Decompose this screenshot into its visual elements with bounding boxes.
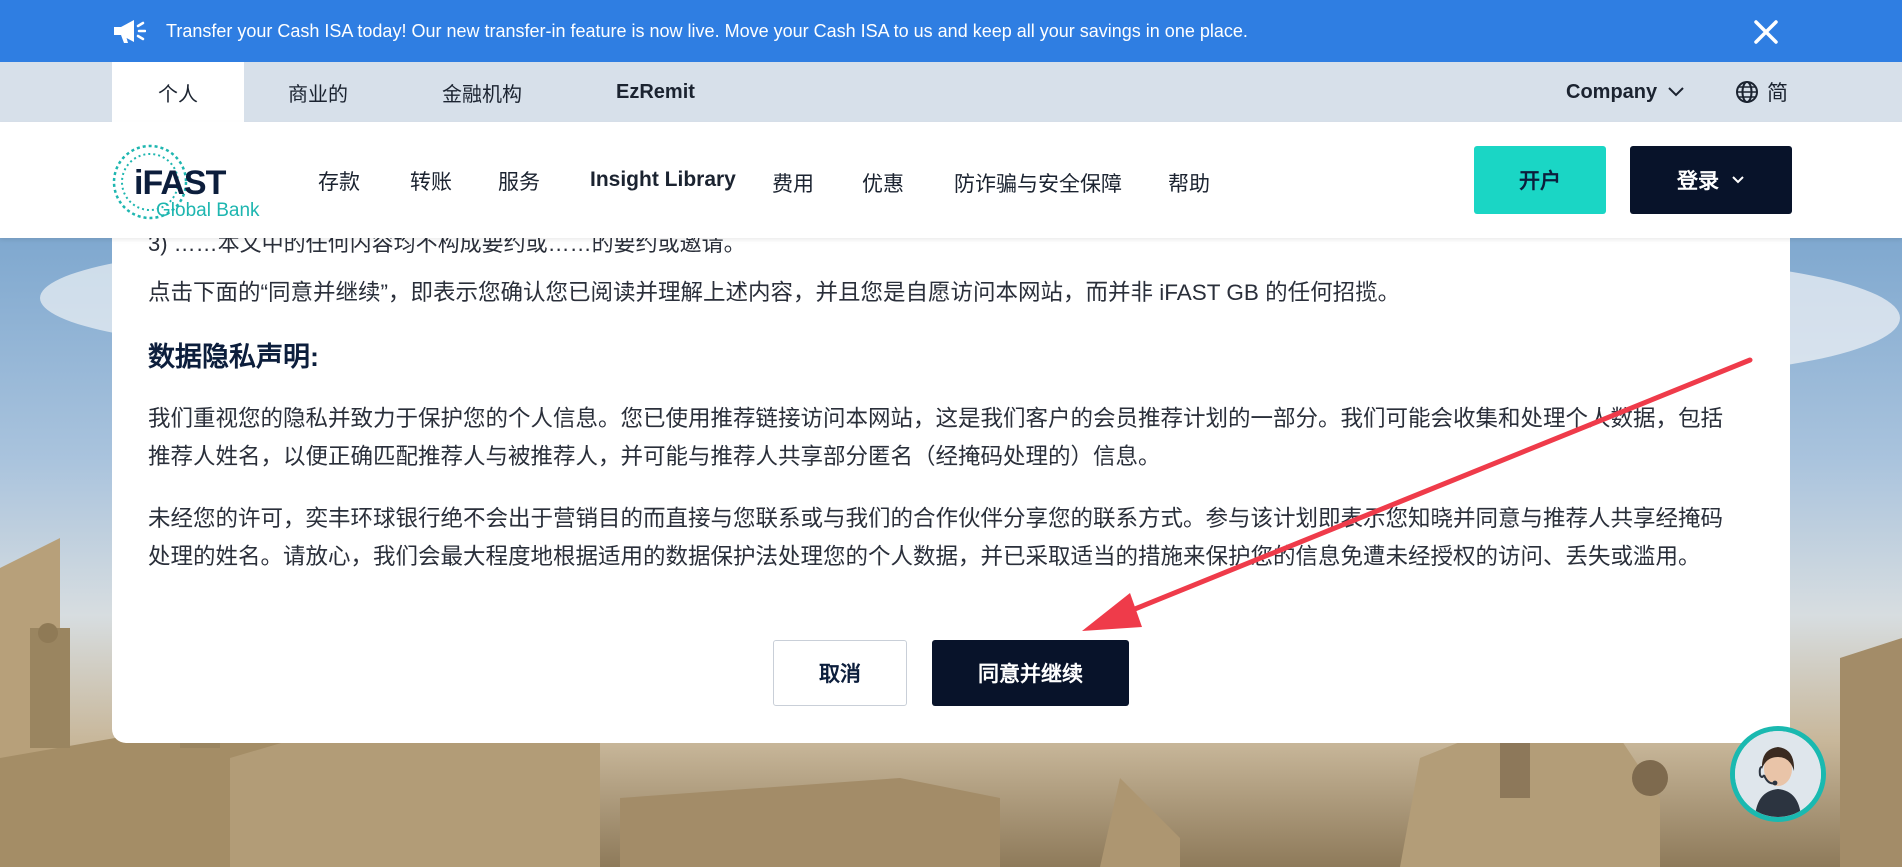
language-label: 简 [1767,82,1788,105]
company-label: Company [1566,80,1658,103]
chevron-down-icon [1668,87,1684,97]
chevron-down-icon [1732,176,1744,184]
segment-nav: 个人 商业的 金融机构 EzRemit Company 简 [0,62,1902,122]
logo-subtitle: Global Bank [156,200,260,221]
ifast-logo[interactable]: iFAST Global Bank [110,140,290,226]
main-header: iFAST Global Bank 存款 转账 服务 Insight Libra… [0,122,1902,238]
privacy-paragraph-2: 未经您的许可，奕丰环球银行绝不会出于营销目的而直接与您联系或与我们的合作伙伴分享… [148,506,1724,569]
tab-label: EzRemit [616,80,695,103]
company-dropdown[interactable]: Company [1566,62,1685,122]
agree-continue-button[interactable]: 同意并继续 [932,640,1129,706]
open-account-button[interactable]: 开户 [1474,146,1606,214]
tab-label: 个人 [158,83,198,106]
chat-support-avatar[interactable] [1730,726,1826,822]
confirm-text: 点击下面的“同意并继续”，即表示您确认您已阅读并理解上述内容，并且您是自愿访问本… [148,280,1401,305]
announcement-text: Transfer your Cash ISA today! Our new tr… [166,21,1248,41]
privacy-heading: 数据隐私声明: [148,342,319,372]
megaphone-icon [112,18,147,44]
support-agent-icon [1735,731,1821,817]
tab-label: 金融机构 [442,83,522,106]
nav-help[interactable]: 帮助 [1168,168,1210,198]
cancel-button[interactable]: 取消 [773,640,907,706]
language-selector[interactable]: 简 [1735,62,1788,122]
nav-promotions[interactable]: 优惠 [862,168,904,198]
tab-label: 商业的 [288,83,348,106]
nav-transfers[interactable]: 转账 [410,166,452,196]
tab-financial-institutions[interactable]: 金融机构 [442,62,522,122]
tab-ezremit[interactable]: EzRemit [616,62,695,122]
nav-fees[interactable]: 费用 [772,168,814,198]
tab-personal[interactable]: 个人 [112,62,244,122]
nav-services[interactable]: 服务 [498,166,540,196]
logo-name: iFAST [134,164,226,202]
privacy-paragraph-1: 我们重视您的隐私并致力于保护您的个人信息。您已使用推荐链接访问本网站，这是我们客… [148,406,1724,469]
close-icon[interactable] [1752,18,1780,46]
announcement-bar: Transfer your Cash ISA today! Our new tr… [0,0,1902,62]
open-account-label: 开户 [1519,170,1561,193]
agree-label: 同意并继续 [978,663,1083,686]
tab-business[interactable]: 商业的 [288,62,348,122]
cancel-label: 取消 [819,663,861,686]
nav-fraud-security[interactable]: 防诈骗与安全保障 [954,168,1122,198]
nav-deposits[interactable]: 存款 [318,166,360,196]
nav-insight-library[interactable]: Insight Library [590,168,736,192]
login-label: 登录 [1677,170,1719,193]
login-button[interactable]: 登录 [1630,146,1792,214]
globe-icon [1736,81,1758,103]
